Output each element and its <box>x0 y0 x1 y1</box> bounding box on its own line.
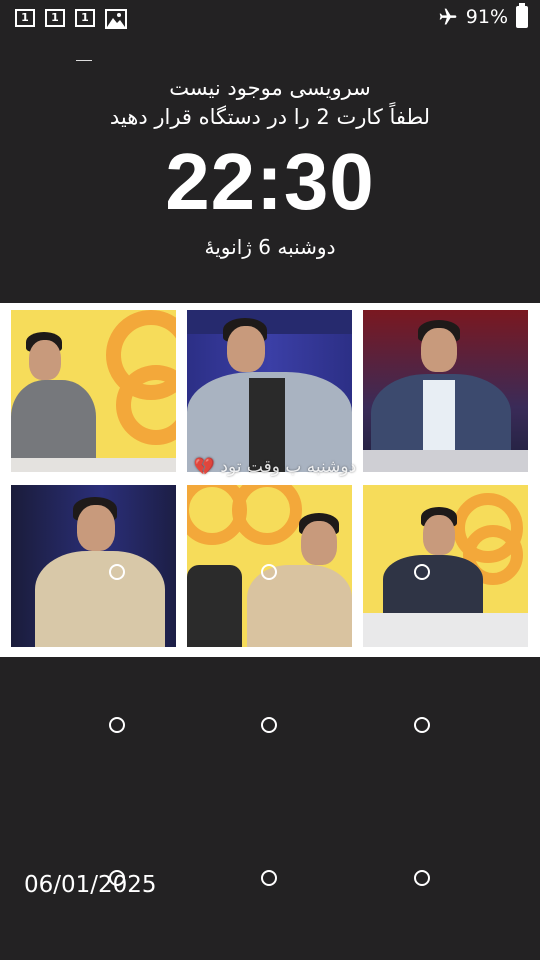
wallpaper-photo <box>11 485 176 647</box>
wallpaper-photo <box>363 310 528 472</box>
sim-message: لطفاً کارت 2 را در دستگاه قرار دهید <box>109 105 431 129</box>
pattern-dot[interactable] <box>109 717 125 733</box>
pattern-dot[interactable] <box>414 717 430 733</box>
pattern-dot[interactable] <box>261 870 277 886</box>
pattern-dot[interactable] <box>414 870 430 886</box>
status-right: 91% <box>438 3 528 28</box>
clock: 22:30 <box>165 137 375 226</box>
footer-date: 06/01/2025 <box>24 872 157 898</box>
wallpaper-collage <box>0 303 540 657</box>
wallpaper-photo <box>187 485 352 647</box>
service-status: سرویسی موجود نیست <box>169 76 371 100</box>
airplane-icon <box>439 8 457 25</box>
wallpaper-photo <box>363 485 528 647</box>
sim-icon: 1 <box>75 9 95 27</box>
lock-info: سرویسی موجود نیست لطفاً کارت 2 را در دست… <box>0 74 540 260</box>
sim-icon: 1 <box>45 9 65 27</box>
status-bar: 1 1 1 91% <box>0 0 540 38</box>
date-label: دوشنبه 6 ژانویهٔ <box>204 235 336 259</box>
pattern-dot[interactable] <box>261 717 277 733</box>
wallpaper-photo <box>11 310 176 472</box>
gallery-icon <box>105 9 127 29</box>
battery-icon <box>516 3 528 28</box>
wallpaper-caption: دوشنبه ب وقت تود 💔 <box>193 457 357 477</box>
notification-icons: 1 1 1 <box>15 9 127 29</box>
wallpaper-photo <box>187 310 352 472</box>
sim-icon: 1 <box>15 9 35 27</box>
battery-percent: 91% <box>465 6 508 28</box>
divider <box>76 60 92 61</box>
